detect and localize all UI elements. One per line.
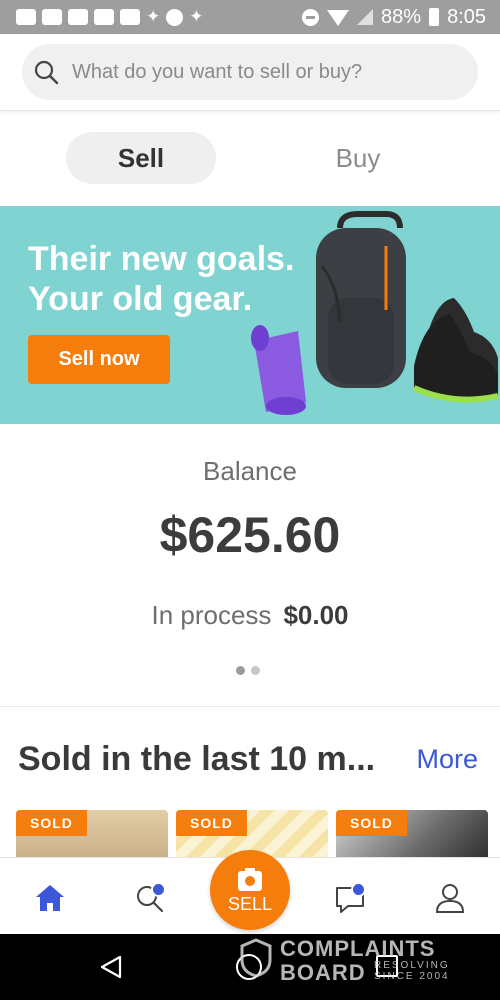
- youtube-icon: [42, 9, 62, 25]
- sold-badge: SOLD: [336, 810, 407, 836]
- carousel-indicator: [236, 666, 260, 675]
- sold-badge: SOLD: [16, 810, 87, 836]
- back-icon[interactable]: [98, 954, 124, 980]
- watermark: COMPLAINTS BOARD RESOLVING SINCE 2004: [240, 936, 470, 996]
- sell-now-button[interactable]: Sell now: [28, 335, 170, 384]
- twitter-icon: ✦: [189, 7, 204, 26]
- sold-badge: SOLD: [176, 810, 247, 836]
- notification-badge: [151, 882, 166, 897]
- nav-profile[interactable]: [432, 880, 468, 916]
- sell-button[interactable]: SELL: [210, 850, 290, 930]
- screenshot-icon: [16, 9, 36, 25]
- gallery-icon: [120, 9, 140, 25]
- notification-badge: [351, 882, 366, 897]
- twitter-icon: ✦: [146, 7, 161, 26]
- camera-tag-icon: [238, 868, 262, 891]
- yoga-mat-image: [251, 325, 306, 415]
- nav-home[interactable]: [32, 880, 68, 916]
- sold-item-card[interactable]: SOLD: [16, 810, 168, 858]
- youtube-icon: [94, 9, 114, 25]
- in-process-label: In process: [151, 600, 272, 630]
- search-icon: [34, 60, 59, 85]
- nav-messages[interactable]: [332, 880, 368, 916]
- status-bar: ✦ ✦ 88% 8:05: [0, 0, 500, 34]
- watermark-line2: BOARD: [280, 960, 366, 985]
- sell-button-label: SELL: [227, 894, 273, 914]
- search-bar[interactable]: [22, 44, 478, 100]
- home-icon: [36, 885, 64, 911]
- complaints-board-logo: [240, 938, 272, 978]
- sports-gear-illustration: [251, 211, 499, 415]
- backpack-image: [316, 211, 406, 388]
- bottom-nav: SELL: [0, 850, 500, 935]
- sold-section-title: Sold in the last 10 m...: [18, 740, 376, 778]
- promo-banner[interactable]: Their new goals. Your old gear. Sell now: [0, 206, 500, 424]
- balance-label: Balance: [203, 456, 297, 486]
- wifi-icon: [327, 10, 350, 26]
- android-nav-bar: COMPLAINTS BOARD RESOLVING SINCE 2004: [0, 934, 500, 1000]
- sold-item-card[interactable]: SOLD: [336, 810, 488, 858]
- watermark-line3: RESOLVING SINCE 2004: [374, 960, 450, 982]
- clock: 8:05: [447, 5, 486, 28]
- nav-search[interactable]: [132, 880, 168, 916]
- in-process-amount: $0.00: [283, 600, 349, 630]
- more-link[interactable]: More: [416, 744, 478, 775]
- balance-panel: Balance $625.60 In process $0.00: [0, 424, 500, 704]
- battery-icon: [429, 8, 440, 26]
- system-status: 88% 8:05: [302, 0, 486, 34]
- carousel-dot[interactable]: [251, 666, 260, 675]
- signal-icon: [357, 9, 374, 25]
- watermark-line1: COMPLAINTS: [280, 936, 436, 961]
- banner-subheadline: Your old gear.: [28, 280, 253, 318]
- carousel-dot-active[interactable]: [236, 666, 245, 675]
- search-input[interactable]: [70, 59, 454, 85]
- youtube-icon: [68, 9, 88, 25]
- tab-sell[interactable]: Sell: [66, 132, 216, 184]
- dnd-icon: [302, 8, 320, 26]
- battery-level: 88%: [381, 5, 422, 28]
- section-divider: [0, 706, 500, 707]
- in-process-row: In process $0.00: [0, 600, 500, 631]
- balance-amount: $625.60: [159, 507, 341, 563]
- profile-icon: [435, 884, 465, 913]
- notification-icons: ✦ ✦: [0, 7, 204, 26]
- app-icon: [166, 8, 184, 26]
- tab-buy[interactable]: Buy: [283, 132, 433, 184]
- sneaker-image: [412, 298, 499, 403]
- search-header: [0, 34, 500, 111]
- sell-buy-toggle: Sell Buy: [0, 132, 500, 186]
